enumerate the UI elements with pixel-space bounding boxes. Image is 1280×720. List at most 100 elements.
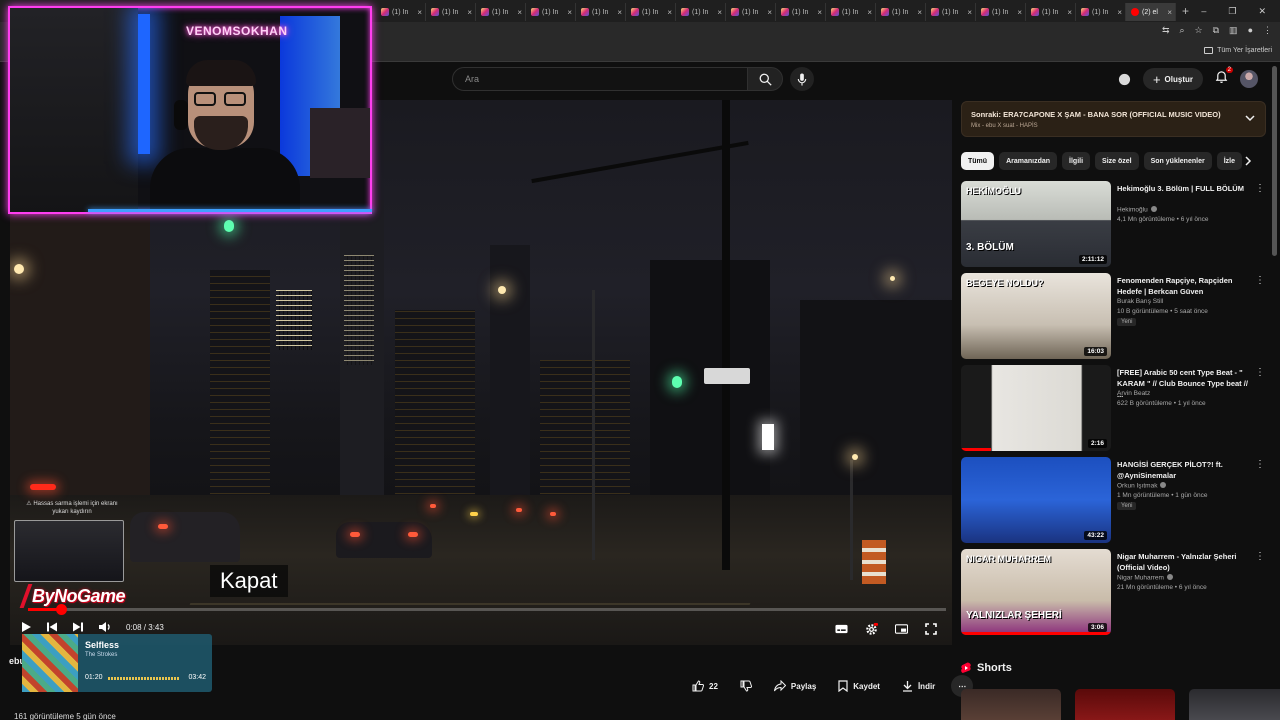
tab-close-icon[interactable]: × — [1117, 8, 1122, 17]
chevron-right-icon[interactable] — [1244, 156, 1252, 166]
all-bookmarks[interactable]: Tüm Yer İşaretleri — [1204, 47, 1272, 54]
play-icon[interactable] — [20, 621, 32, 633]
zoom-icon[interactable]: ⌕ — [1179, 25, 1184, 36]
browser-tab[interactable]: (1) In × — [776, 3, 826, 21]
video-thumbnail[interactable]: BEGEYE NOLDU? 16:03 — [961, 273, 1111, 359]
recommended-video[interactable]: BEGEYE NOLDU? 16:03 Fenomenden Rapçiye, Ra… — [961, 273, 1271, 361]
video-title[interactable]: Fenomenden Rapçiye, Rapçiden Hedefe | Be… — [1117, 275, 1255, 297]
search-input[interactable]: Ara — [452, 67, 748, 91]
tab-close-icon[interactable]: × — [517, 8, 522, 17]
volume-icon[interactable] — [98, 621, 112, 633]
browser-tab[interactable]: (1) In × — [476, 3, 526, 21]
browser-tab[interactable]: (1) In × — [576, 3, 626, 21]
tab-close-icon[interactable]: × — [467, 8, 472, 17]
previous-icon[interactable] — [46, 621, 58, 633]
settings-button[interactable] — [862, 621, 880, 637]
tab-close-icon[interactable]: × — [817, 8, 822, 17]
maximize-button[interactable]: ❐ — [1228, 6, 1236, 17]
video-thumbnail[interactable]: NIGAR MUHARREM YALNIZLAR ŞEHERİ 3:06 — [961, 549, 1111, 635]
close-window-button[interactable]: ✕ — [1258, 6, 1266, 17]
short-thumbnail[interactable] — [1189, 689, 1280, 720]
extensions-icon[interactable]: ⧉ — [1213, 25, 1219, 36]
tab-close-icon[interactable]: × — [1017, 8, 1022, 17]
minimize-button[interactable]: – — [1201, 6, 1206, 16]
short-thumbnail[interactable] — [961, 689, 1061, 720]
tab-close-icon[interactable]: × — [917, 8, 922, 17]
browser-tab[interactable]: (1) In × — [876, 3, 926, 21]
short-thumbnail[interactable] — [1075, 689, 1175, 720]
tab-close-icon[interactable]: × — [617, 8, 622, 17]
more-options-icon[interactable]: ⋮ — [1255, 275, 1265, 286]
tab-close-icon[interactable]: × — [867, 8, 872, 17]
browser-tab[interactable]: (1) In × — [376, 3, 426, 21]
account-avatar[interactable] — [1240, 70, 1258, 88]
recommended-video[interactable]: HEKİMOĞLU 3. BÖLÜM 2:11:12 Hekimoğlu 3. Böl… — [961, 181, 1271, 269]
browser-tab[interactable]: (1) In × — [976, 3, 1026, 21]
search-button[interactable] — [747, 67, 783, 91]
channel-name[interactable]: Orkun Işıtmak — [1117, 482, 1167, 490]
browser-tab[interactable]: (1) In × — [676, 3, 726, 21]
channel-name[interactable]: Burak Barış Still — [1117, 298, 1163, 305]
video-thumbnail[interactable]: 2:16 — [961, 365, 1111, 451]
up-next-panel[interactable]: Sonraki: ERA7CAPONE X ŞAM - BANA SOR (OF… — [961, 101, 1266, 137]
browser-tab[interactable]: (1) In × — [1076, 3, 1126, 21]
channel-name[interactable]: Hekimoğlu — [1117, 206, 1157, 214]
video-title[interactable]: HANGİSİ GERÇEK PİLOT?! ft. @AyniSinemala… — [1117, 459, 1255, 481]
like-button[interactable]: 22 — [686, 675, 724, 697]
browser-tab[interactable]: (1) In × — [826, 3, 876, 21]
voice-search-button[interactable] — [790, 67, 814, 91]
more-options-icon[interactable]: ⋮ — [1255, 551, 1265, 562]
sidebar-icon[interactable]: ▥ — [1229, 25, 1238, 36]
browser-tab[interactable]: (1) In × — [626, 3, 676, 21]
tab-close-icon[interactable]: × — [717, 8, 722, 17]
browser-tab[interactable]: (1) In × — [926, 3, 976, 21]
tab-close-icon[interactable]: × — [1067, 8, 1072, 17]
tab-close-icon[interactable]: × — [567, 8, 572, 17]
chevron-down-icon[interactable] — [1245, 113, 1255, 123]
filter-chip[interactable]: İzle — [1216, 152, 1242, 170]
profile-icon[interactable]: ● — [1248, 25, 1253, 36]
miniplayer-button[interactable] — [892, 621, 910, 637]
recommended-video[interactable]: NIGAR MUHARREM YALNIZLAR ŞEHERİ 3:06 Nigar … — [961, 549, 1271, 637]
more-options-icon[interactable]: ⋮ — [1255, 183, 1265, 194]
channel-name[interactable]: Arvin Beatz — [1117, 390, 1150, 397]
browser-tab[interactable]: (2) el × — [1126, 3, 1176, 21]
filter-chip[interactable]: İlgili — [1062, 152, 1091, 170]
recommended-video[interactable]: 2:16 [FREE] Arabic 50 cent Type Beat - " … — [961, 365, 1271, 453]
video-title[interactable]: Hekimoğlu 3. Bölüm | FULL BÖLÜM — [1117, 183, 1255, 194]
dislike-button[interactable] — [734, 675, 758, 697]
page-scrollbar[interactable] — [1272, 66, 1277, 256]
pinwheel-icon[interactable] — [1118, 73, 1131, 86]
menu-icon[interactable]: ⋮ — [1263, 25, 1272, 36]
browser-tab[interactable]: (1) In × — [726, 3, 776, 21]
filter-chip[interactable]: Tümü — [961, 152, 995, 170]
video-thumbnail[interactable]: HEKİMOĞLU 3. BÖLÜM 2:11:12 — [961, 181, 1111, 267]
filter-chip[interactable]: Aramanızdan — [999, 152, 1058, 170]
tab-close-icon[interactable]: × — [767, 8, 772, 17]
save-button[interactable]: Kaydet — [832, 675, 886, 697]
video-thumbnail[interactable]: 43:22 — [961, 457, 1111, 543]
browser-tab[interactable]: (1) In × — [1026, 3, 1076, 21]
progress-bar[interactable] — [28, 604, 946, 615]
share-button[interactable]: Paylaş — [768, 675, 822, 697]
fullscreen-button[interactable] — [922, 621, 940, 637]
new-tab-button[interactable]: + — [1182, 4, 1189, 18]
subtitles-button[interactable] — [832, 621, 850, 637]
filter-chip[interactable]: Son yüklenenler — [1143, 152, 1212, 170]
browser-tab[interactable]: (1) In × — [426, 3, 476, 21]
video-title[interactable]: Nigar Muharrem - Yalnızlar Şeheri (Offic… — [1117, 551, 1255, 573]
notifications-button[interactable]: 2 — [1215, 66, 1233, 89]
tab-close-icon[interactable]: × — [967, 8, 972, 17]
channel-name[interactable]: Nigar Muharrem — [1117, 574, 1173, 582]
next-icon[interactable] — [72, 621, 84, 633]
star-icon[interactable]: ☆ — [1195, 25, 1203, 36]
create-button[interactable]: + Oluştur — [1142, 68, 1203, 90]
more-options-icon[interactable]: ⋮ — [1255, 459, 1265, 470]
recommended-video[interactable]: 43:22 HANGİSİ GERÇEK PİLOT?! ft. @AyniSin… — [961, 457, 1271, 545]
download-button[interactable]: İndir — [896, 675, 941, 697]
filter-chip[interactable]: Size özel — [1095, 152, 1139, 170]
tab-close-icon[interactable]: × — [667, 8, 672, 17]
browser-tab[interactable]: (1) In × — [526, 3, 576, 21]
tab-close-icon[interactable]: × — [1167, 8, 1172, 17]
translate-icon[interactable]: ⇆ — [1162, 25, 1170, 36]
